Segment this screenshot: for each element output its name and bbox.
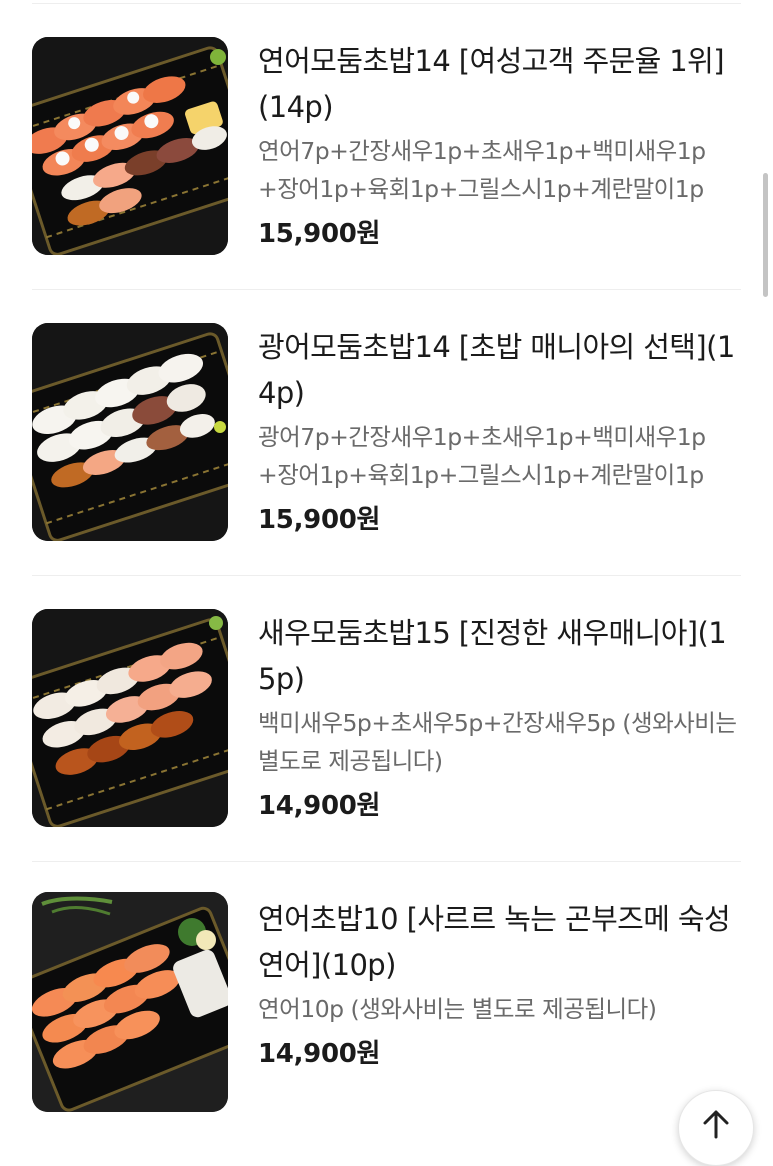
menu-item-name[interactable]: 광어모둠초밥14 [초밥 매니아의 선택](14p)	[258, 324, 742, 416]
menu-item-description: 광어7p+간장새우1p+초새우1p+백미새우1p+장어1p+육회1p+그릴스시1…	[258, 423, 706, 489]
salmon-sushi-image	[32, 892, 228, 1112]
menu-item-info: 연어모둠초밥14 [여성고객 주문율 1위](14p) 연어7p+간장새우1p+…	[258, 38, 742, 252]
menu-item-price: 14,900원	[258, 1039, 381, 1069]
menu-item-image[interactable]	[32, 37, 228, 255]
menu-item-name[interactable]: 연어초밥10 [사르르 녹는 곤부즈메 숙성연어](10p)	[258, 896, 742, 988]
menu-item-price: 14,900원	[258, 791, 381, 821]
menu-item-description: 연어10p (생와사비는 별도로 제공됩니다)	[258, 995, 657, 1023]
menu-item-salmon-assorted[interactable]: 연어모둠초밥14 [여성고객 주문율 1위](14p) 연어7p+간장새우1p+…	[32, 4, 741, 290]
menu-item-price: 15,900원	[258, 505, 381, 535]
menu-item-description: 백미새우5p+초새우5p+간장새우5p (생와사비는 별도로 제공됩니다)	[258, 709, 737, 775]
menu-item-shrimp-assorted[interactable]: 새우모둠초밥15 [진정한 새우매니아](15p) 백미새우5p+초새우5p+간…	[32, 576, 741, 862]
menu-item-name[interactable]: 연어모둠초밥14 [여성고객 주문율 1위](14p)	[258, 38, 742, 130]
shrimp-assorted-sushi-image	[32, 609, 228, 827]
menu-item-salmon[interactable]: 연어초밥10 [사르르 녹는 곤부즈메 숙성연어](10p) 연어10p (생와…	[32, 862, 741, 1148]
menu-item-name[interactable]: 새우모둠초밥15 [진정한 새우매니아](15p)	[258, 610, 742, 702]
menu-item-price: 15,900원	[258, 219, 381, 249]
menu-item-info: 연어초밥10 [사르르 녹는 곤부즈메 숙성연어](10p) 연어10p (생와…	[258, 896, 742, 1072]
salmon-assorted-sushi-image	[32, 37, 228, 255]
menu-item-image[interactable]	[32, 892, 228, 1112]
menu-item-info: 광어모둠초밥14 [초밥 매니아의 선택](14p) 광어7p+간장새우1p+초…	[258, 324, 742, 538]
menu-item-image[interactable]	[32, 609, 228, 827]
menu-item-flatfish-assorted[interactable]: 광어모둠초밥14 [초밥 매니아의 선택](14p) 광어7p+간장새우1p+초…	[32, 290, 741, 576]
menu-item-description: 연어7p+간장새우1p+초새우1p+백미새우1p+장어1p+육회1p+그릴스시1…	[258, 137, 706, 203]
menu-item-info: 새우모둠초밥15 [진정한 새우매니아](15p) 백미새우5p+초새우5p+간…	[258, 610, 742, 824]
flatfish-assorted-sushi-image	[32, 323, 228, 541]
menu-item-image[interactable]	[32, 323, 228, 541]
scroll-to-top-button[interactable]	[678, 1090, 754, 1166]
arrow-up-icon	[703, 1110, 729, 1139]
scrollbar[interactable]	[763, 173, 768, 297]
